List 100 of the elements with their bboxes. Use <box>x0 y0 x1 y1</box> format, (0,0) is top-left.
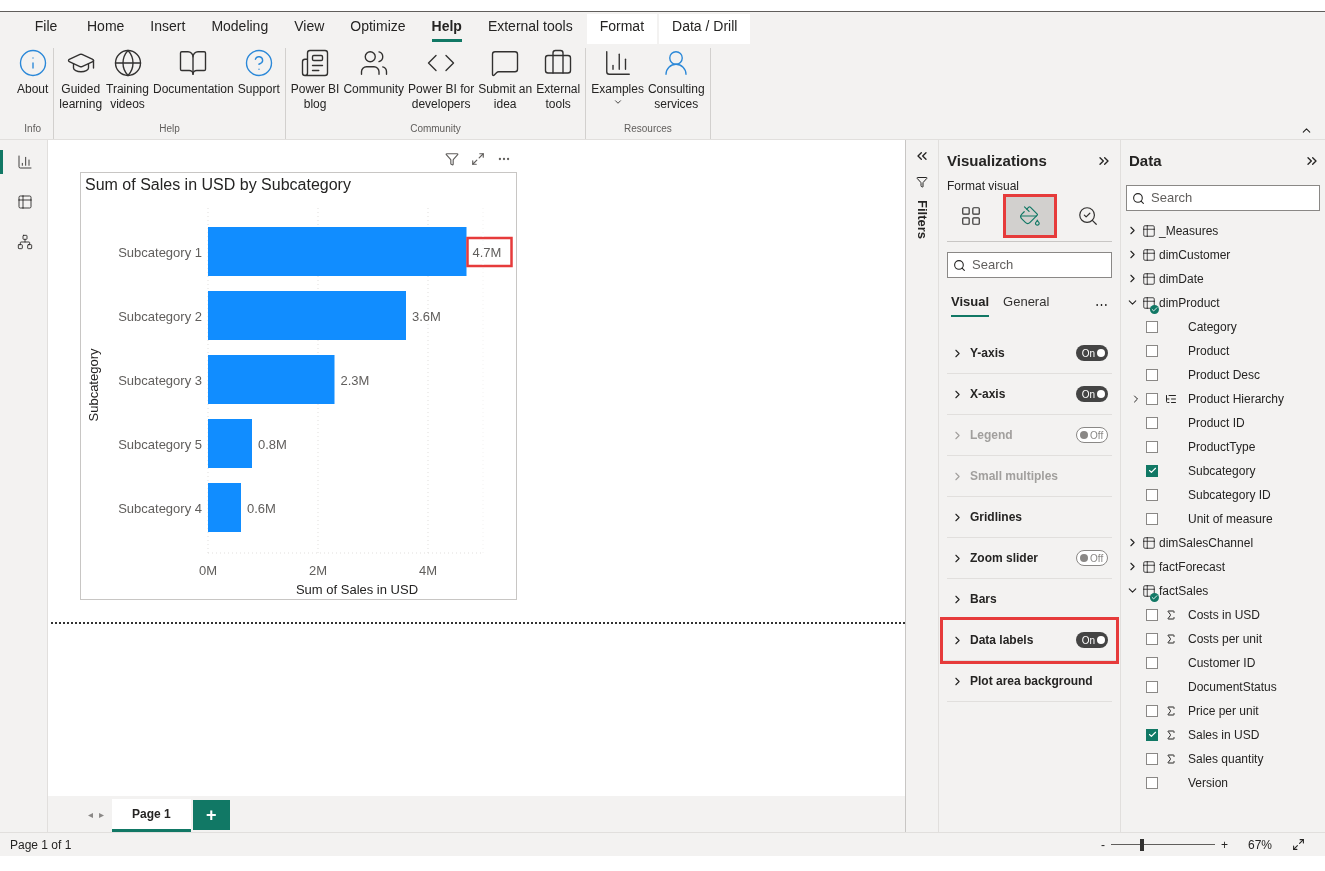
toggle-switch[interactable]: On <box>1076 345 1108 361</box>
field-item[interactable]: DocumentStatus <box>1126 674 1320 699</box>
field-item[interactable]: Subcategory <box>1126 458 1320 483</box>
page-tab[interactable]: Page 1 <box>112 799 191 832</box>
format-section[interactable]: Gridlines <box>947 497 1112 538</box>
checkbox[interactable] <box>1146 320 1158 333</box>
table-item[interactable]: _Measures <box>1126 218 1320 243</box>
checkbox[interactable] <box>1146 656 1158 669</box>
menu-tab[interactable]: Format <box>586 14 658 44</box>
category-label: Subcategory 5 <box>118 437 202 452</box>
menu-tab[interactable]: Optimize <box>337 14 419 44</box>
ribbon-button[interactable]: About <box>16 48 50 121</box>
ribbon-button[interactable]: Community <box>342 48 406 121</box>
table-icon <box>1142 559 1156 574</box>
table-item[interactable]: dimDate <box>1126 266 1320 291</box>
menu-tab[interactable]: File <box>18 14 74 44</box>
zoom-in-button[interactable]: + <box>1220 835 1228 854</box>
checkbox[interactable] <box>1146 464 1158 477</box>
toggle-switch[interactable]: On <box>1076 632 1108 648</box>
focus-mode-icon[interactable] <box>471 152 485 166</box>
table-item[interactable]: factForecast <box>1126 554 1320 579</box>
field-item[interactable]: Costs in USD <box>1126 602 1320 627</box>
field-item[interactable]: Sales quantity <box>1126 746 1320 771</box>
table-item[interactable]: dimProduct <box>1126 290 1320 315</box>
checkbox[interactable] <box>1146 728 1158 741</box>
ribbon-button[interactable]: Power BI blog <box>289 48 341 121</box>
fit-to-page-icon[interactable] <box>1292 838 1305 851</box>
field-item[interactable]: Sales in USD <box>1126 722 1320 747</box>
checkbox[interactable] <box>1146 752 1158 765</box>
data-label: 4.7M <box>466 236 513 268</box>
checkbox[interactable] <box>1146 680 1158 693</box>
menu-tab[interactable]: Insert <box>137 14 199 44</box>
filters-pane-title[interactable]: Filters <box>912 200 932 239</box>
field-item[interactable]: Product ID <box>1126 410 1320 435</box>
pane-mode-tab[interactable] <box>1005 196 1054 235</box>
ribbon-button[interactable]: Training videos <box>105 48 150 121</box>
search-field[interactable]: Search <box>1126 184 1320 211</box>
checkbox[interactable] <box>1146 440 1158 453</box>
field-item[interactable]: Price per unit <box>1126 698 1320 723</box>
table-item[interactable]: factSales <box>1126 578 1320 603</box>
menu-tab[interactable]: Home <box>74 14 138 44</box>
chart-title: Sum of Sales in USD by Subcategory <box>85 176 351 193</box>
menu-tab[interactable]: Help <box>418 14 475 44</box>
field-item[interactable]: Category <box>1126 314 1320 339</box>
toggle-switch[interactable]: Off <box>1076 550 1108 566</box>
add-page-button[interactable]: + <box>192 800 230 830</box>
filter-icon[interactable] <box>445 152 459 166</box>
menu-tab[interactable]: Data / Drill <box>659 14 751 44</box>
format-section[interactable]: Y-axis On <box>947 333 1112 374</box>
ribbon-button[interactable]: External tools <box>535 48 582 121</box>
field-item[interactable]: Costs per unit <box>1126 626 1320 651</box>
checkbox[interactable] <box>1146 344 1158 357</box>
search-icon <box>953 258 966 272</box>
checkbox[interactable] <box>1146 488 1158 501</box>
table-item[interactable]: dimCustomer <box>1126 242 1320 267</box>
sigma-icon <box>1165 608 1177 621</box>
more-button[interactable]: ⋯ <box>1095 294 1108 314</box>
checkbox[interactable] <box>1146 368 1158 381</box>
ribbon-button[interactable]: Submit an idea <box>477 48 534 121</box>
format-section[interactable]: X-axis On <box>947 374 1112 415</box>
ribbon-button[interactable]: Guided learning <box>58 48 104 121</box>
menu-tab[interactable]: Modeling <box>198 14 282 44</box>
field-item[interactable]: Unit of measure <box>1126 506 1320 531</box>
zoom-slider[interactable] <box>1110 838 1215 851</box>
menu-tab[interactable]: View <box>281 14 338 44</box>
table-icon <box>17 194 33 210</box>
field-item[interactable]: ProductType <box>1126 434 1320 459</box>
model-icon <box>17 234 33 250</box>
checkbox[interactable] <box>1146 608 1158 621</box>
format-section[interactable]: Data labels On <box>943 620 1116 661</box>
sub-tab[interactable]: Visual <box>951 291 990 317</box>
sub-tab[interactable]: General <box>1003 291 1050 317</box>
menu-tab[interactable]: External tools <box>474 14 586 44</box>
field-item[interactable]: Product Desc <box>1126 362 1320 387</box>
pane-title: Visualizations <box>947 151 1047 171</box>
search-field[interactable]: Search <box>947 251 1112 278</box>
ribbon-button[interactable]: Consulting services <box>646 48 706 121</box>
format-section[interactable]: Plot area background <box>947 661 1112 702</box>
slider-thumb[interactable] <box>1140 838 1145 851</box>
ribbon-button[interactable]: Power BI for developers <box>407 48 476 121</box>
field-item[interactable]: Product Hierarchy <box>1126 386 1320 411</box>
ribbon-button[interactable]: Examples <box>590 48 645 121</box>
checkbox[interactable] <box>1146 416 1158 429</box>
sigma-icon <box>1165 752 1177 765</box>
field-item[interactable]: Version <box>1126 770 1320 795</box>
field-item[interactable]: Customer ID <box>1126 650 1320 675</box>
checkbox[interactable] <box>1146 776 1158 789</box>
field-item[interactable]: Product <box>1126 338 1320 363</box>
ribbon-button[interactable]: Support <box>236 48 281 121</box>
format-section[interactable]: Bars <box>947 579 1112 620</box>
checkbox[interactable] <box>1146 512 1158 525</box>
checkbox[interactable] <box>1146 632 1158 645</box>
checkbox[interactable] <box>1146 392 1158 405</box>
table-item[interactable]: dimSalesChannel <box>1126 530 1320 555</box>
field-item[interactable]: Subcategory ID <box>1126 482 1320 507</box>
format-section[interactable]: Zoom slider Off <box>947 538 1112 579</box>
checkbox[interactable] <box>1146 704 1158 717</box>
toggle-switch[interactable]: On <box>1076 386 1108 402</box>
zoom-out-button[interactable]: - <box>1100 835 1105 854</box>
ribbon-button[interactable]: Documentation <box>152 48 235 121</box>
